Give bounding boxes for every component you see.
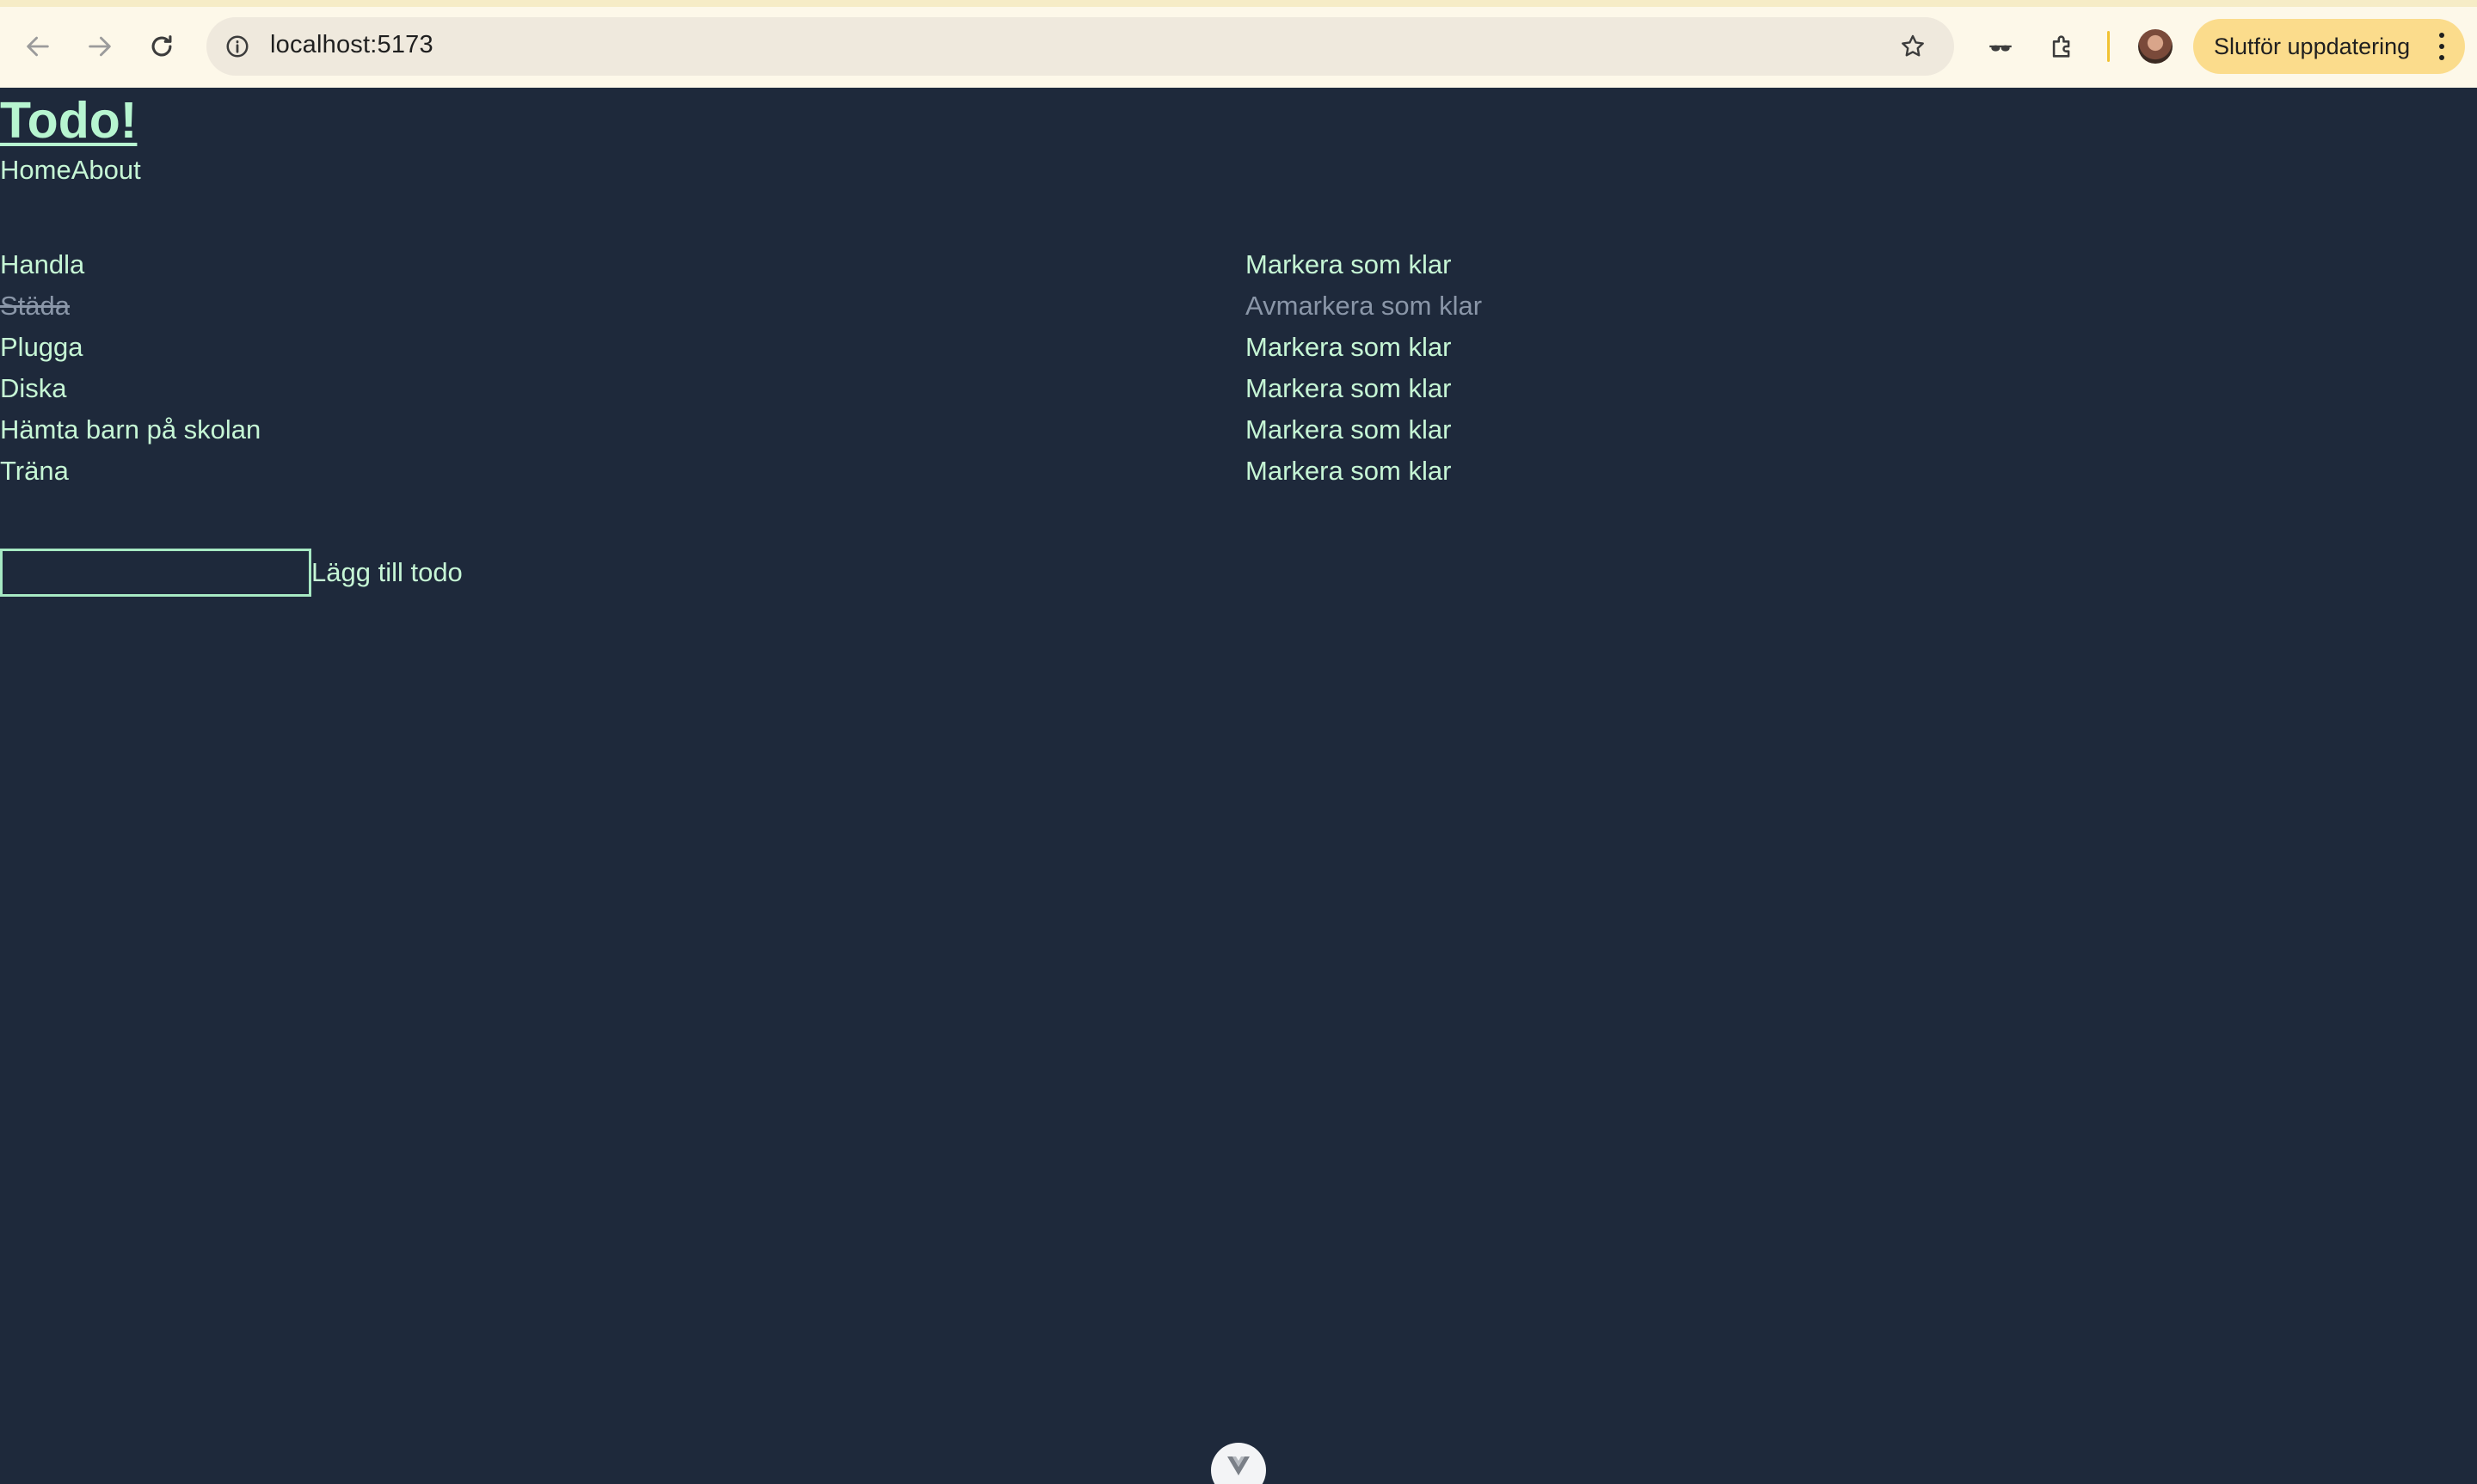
more-vertical-icon[interactable] xyxy=(2437,33,2446,60)
todo-item: Diska Markera som klar xyxy=(0,373,2477,414)
nav-link-home[interactable]: Home xyxy=(0,155,71,186)
toggle-done-button[interactable]: Markera som klar xyxy=(1245,456,1451,487)
todo-name: Städa xyxy=(0,291,71,321)
todo-name: Diska xyxy=(0,373,67,403)
nav-link-about[interactable]: About xyxy=(71,155,141,186)
vue-logo-icon xyxy=(1227,1456,1250,1475)
todo-name: Handla xyxy=(0,249,85,279)
update-button-label: Slutför uppdatering xyxy=(2214,34,2411,59)
todo-item: Handla Markera som klar xyxy=(0,249,2477,291)
toggle-done-button[interactable]: Markera som klar xyxy=(1245,332,1451,363)
forward-button[interactable] xyxy=(79,26,120,67)
tab-strip xyxy=(0,0,2477,7)
app-nav: Home About xyxy=(0,155,141,186)
todo-name: Plugga xyxy=(0,332,83,362)
glasses-icon[interactable] xyxy=(1980,26,2021,67)
todo-list: Handla Markera som klar Städa Avmarkera … xyxy=(0,249,2477,497)
browser-toolbar: localhost:5173 Slutför uppdatering xyxy=(0,0,2477,88)
arrow-left-icon xyxy=(27,36,49,57)
star-icon[interactable] xyxy=(1896,29,1930,64)
todo-item: Plugga Markera som klar xyxy=(0,332,2477,373)
update-button[interactable]: Slutför uppdatering xyxy=(2193,19,2465,74)
add-todo-button[interactable]: Lägg till todo xyxy=(311,557,463,588)
toggle-done-button[interactable]: Markera som klar xyxy=(1245,249,1451,280)
todo-item: Städa Avmarkera som klar xyxy=(0,291,2477,332)
address-bar[interactable]: localhost:5173 xyxy=(206,17,1954,76)
avatar[interactable] xyxy=(2138,29,2173,64)
add-todo-form: Lägg till todo xyxy=(0,549,463,597)
reload-icon xyxy=(151,35,172,57)
app-title[interactable]: Todo! xyxy=(0,91,137,150)
vue-devtools-button[interactable] xyxy=(1211,1443,1266,1484)
todo-name: Träna xyxy=(0,456,69,486)
todo-name: Hämta barn på skolan xyxy=(0,414,261,445)
app-page: Todo! Home About Handla Markera som klar… xyxy=(0,88,2477,1484)
todo-item: Träna Markera som klar xyxy=(0,456,2477,497)
reload-button[interactable] xyxy=(141,26,182,67)
info-icon[interactable] xyxy=(220,29,255,64)
back-button[interactable] xyxy=(17,26,58,67)
toggle-done-button[interactable]: Markera som klar xyxy=(1245,414,1451,445)
arrow-right-icon xyxy=(89,36,111,57)
toggle-done-button[interactable]: Avmarkera som klar xyxy=(1245,291,1482,322)
toolbar-divider xyxy=(2107,31,2110,62)
url-text[interactable]: localhost:5173 xyxy=(270,31,433,59)
todo-item: Hämta barn på skolan Markera som klar xyxy=(0,414,2477,456)
todo-input[interactable] xyxy=(0,549,311,597)
puzzle-icon[interactable] xyxy=(2042,26,2083,67)
toggle-done-button[interactable]: Markera som klar xyxy=(1245,373,1451,404)
